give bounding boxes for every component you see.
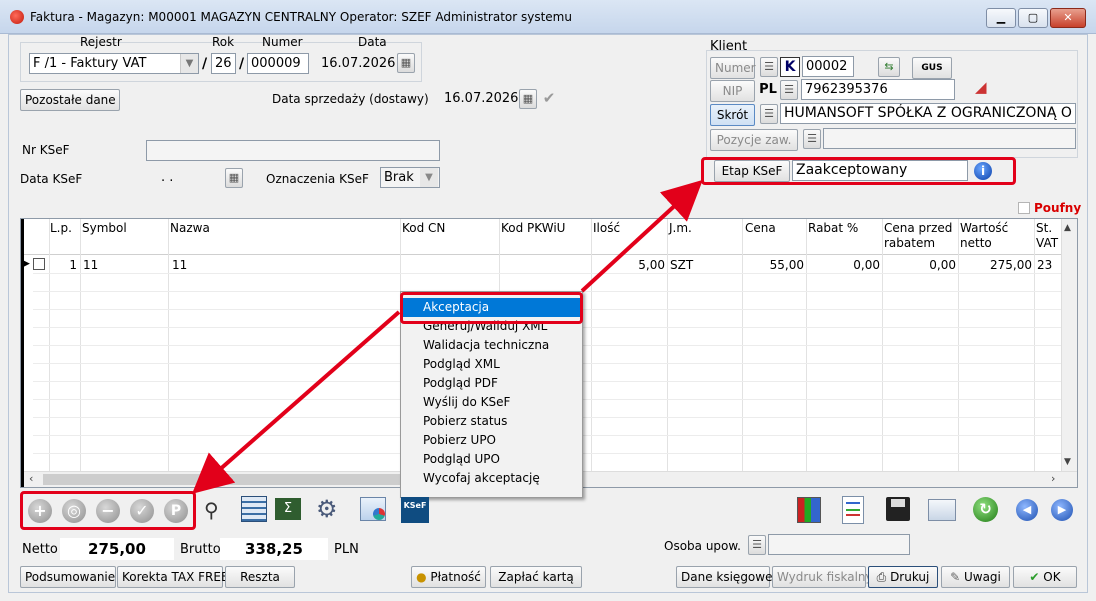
- arrow-to-etap-ksef: [580, 179, 703, 293]
- annotation-arrows: [191, 179, 703, 494]
- arrow-to-toolbar: [191, 310, 401, 494]
